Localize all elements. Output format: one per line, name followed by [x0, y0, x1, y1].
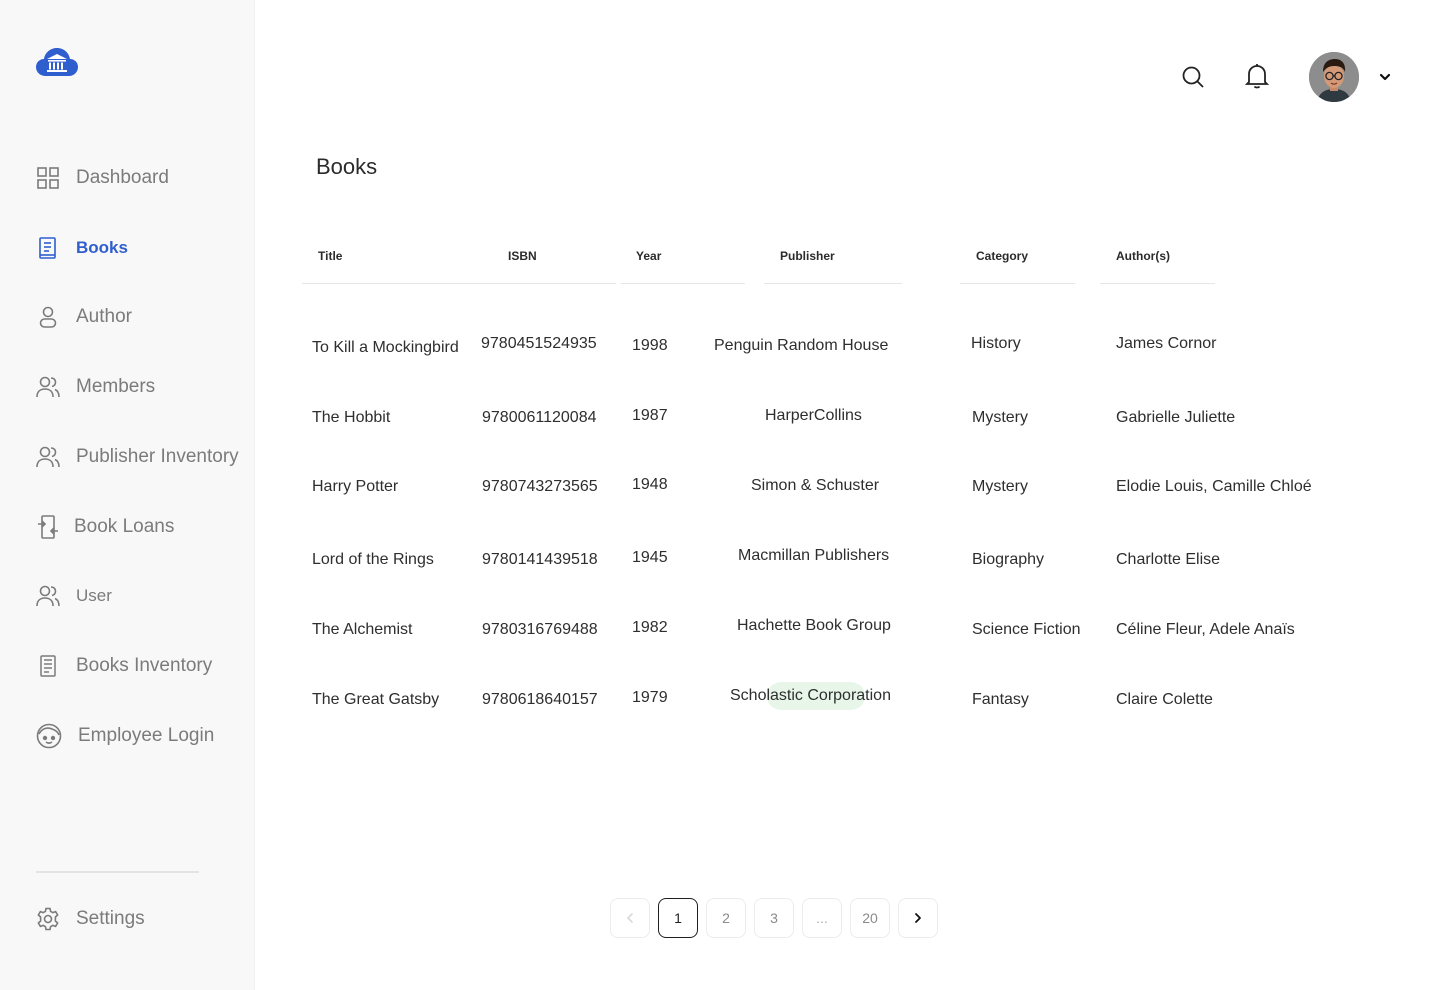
chevron-down-icon[interactable]	[1376, 68, 1394, 86]
sidebar-item-label: Dashboard	[76, 167, 169, 188]
cell-publisher: HarperCollins	[765, 407, 862, 424]
face-icon	[36, 723, 62, 749]
sidebar-item-label: Books Inventory	[76, 655, 213, 676]
users-icon	[36, 375, 60, 399]
column-header-publisher[interactable]: Publisher	[764, 249, 902, 284]
cell-authors: Gabrielle Juliette	[1116, 409, 1236, 426]
sidebar-item-dashboard[interactable]: Dashboard	[36, 162, 169, 194]
grid-icon	[36, 166, 60, 190]
search-icon	[1182, 66, 1204, 88]
cell-publisher: Macmillan Publishers	[738, 547, 890, 564]
chevron-left-icon	[627, 913, 633, 923]
cell-title: Harry Potter	[312, 478, 399, 495]
cell-isbn: 9780316769488	[482, 621, 598, 638]
cell-category: Biography	[972, 551, 1045, 568]
cell-title: Lord of the Rings	[312, 551, 434, 568]
sidebar-item-label: Publisher Inventory	[76, 446, 239, 467]
cell-publisher: Simon & Schuster	[751, 477, 880, 494]
cell-category: Mystery	[972, 478, 1028, 495]
sidebar-item-user[interactable]: User	[36, 580, 112, 612]
users-icon	[36, 584, 60, 608]
gear-icon	[36, 907, 60, 931]
cell-authors: Céline Fleur, Adele Anaïs	[1116, 621, 1295, 638]
cell-authors: Charlotte Elise	[1116, 551, 1221, 568]
cell-year: 1982	[632, 619, 668, 636]
cell-isbn: 9780061120084	[482, 409, 597, 426]
library-logo-icon[interactable]	[36, 46, 78, 78]
book-icon	[36, 236, 60, 260]
cell-title: The Great Gatsby	[312, 691, 440, 708]
page-button-1[interactable]: 1	[658, 898, 698, 938]
cell-title: The Alchemist	[312, 621, 413, 638]
cell-authors: James Cornor	[1116, 335, 1217, 352]
avatar-portrait-icon	[1309, 52, 1359, 102]
cell-publisher: Scholastic Corporation	[730, 687, 891, 704]
bell-icon	[1245, 64, 1269, 89]
cell-publisher: Penguin Random House	[714, 337, 889, 354]
cell-isbn: 9780743273565	[482, 478, 598, 495]
sidebar-item-members[interactable]: Members	[36, 371, 155, 403]
cell-year: 1979	[632, 689, 668, 706]
column-header-authors[interactable]: Author(s)	[1100, 249, 1215, 284]
page-title: Books	[316, 154, 378, 179]
cell-isbn: 9780618640157	[482, 691, 598, 708]
cell-year: 1987	[632, 407, 668, 424]
person-icon	[36, 305, 60, 329]
cell-year: 1948	[632, 476, 668, 493]
cell-category: Mystery	[972, 409, 1028, 426]
cell-isbn: 9780451524935	[481, 335, 597, 352]
sidebar-item-books-inventory[interactable]: Books Inventory	[36, 650, 212, 682]
document-icon	[36, 654, 60, 678]
cell-authors: Claire Colette	[1116, 691, 1213, 708]
sidebar-item-book-loans[interactable]: Book Loans	[36, 511, 174, 543]
search-button[interactable]	[1179, 63, 1207, 91]
page-ellipsis: ...	[802, 898, 842, 938]
sidebar-item-label: Books	[76, 238, 128, 257]
page-button-2[interactable]: 2	[706, 898, 746, 938]
sidebar-item-books[interactable]: Books	[36, 232, 128, 264]
sidebar-item-publisher-inventory[interactable]: Publisher Inventory	[36, 441, 239, 473]
next-page-button[interactable]	[898, 898, 938, 938]
sidebar-item-label: Author	[76, 306, 132, 327]
notifications-button[interactable]	[1243, 62, 1271, 90]
users-icon	[36, 445, 60, 469]
column-header-year[interactable]: Year	[621, 249, 745, 284]
cell-year: 1998	[632, 337, 668, 354]
cell-title: To Kill a Mockingbird	[312, 339, 459, 356]
sidebar-item-label: User	[76, 586, 112, 605]
user-avatar[interactable]	[1309, 52, 1359, 102]
cell-authors: Elodie Louis, Camille Chloé	[1116, 478, 1312, 495]
cell-category: Science Fiction	[972, 621, 1081, 638]
prev-page-button[interactable]	[610, 898, 650, 938]
loan-icon	[36, 515, 60, 539]
cell-category: Fantasy	[972, 691, 1029, 708]
cell-year: 1945	[632, 549, 668, 566]
cell-publisher: Hachette Book Group	[737, 617, 891, 634]
sidebar-divider	[36, 871, 199, 873]
cell-title: The Hobbit	[312, 409, 391, 426]
sidebar-item-label: Members	[76, 376, 156, 397]
column-header-isbn[interactable]: ISBN	[492, 249, 616, 284]
page-button-20[interactable]: 20	[850, 898, 890, 938]
sidebar-item-label: Book Loans	[74, 516, 175, 537]
sidebar-item-author[interactable]: Author	[36, 301, 132, 333]
sidebar: Dashboard Books Author Members Publisher	[0, 0, 255, 990]
settings-label: Settings	[76, 908, 145, 929]
column-header-category[interactable]: Category	[960, 249, 1075, 284]
page-button-3[interactable]: 3	[754, 898, 794, 938]
cell-category: History	[971, 335, 1021, 352]
sidebar-item-label: Employee Login	[78, 725, 215, 746]
chevron-right-icon	[915, 913, 921, 923]
sidebar-item-settings[interactable]: Settings	[36, 903, 145, 935]
cell-isbn: 9780141439518	[482, 551, 598, 568]
sidebar-item-employee-login[interactable]: Employee Login	[36, 720, 214, 752]
